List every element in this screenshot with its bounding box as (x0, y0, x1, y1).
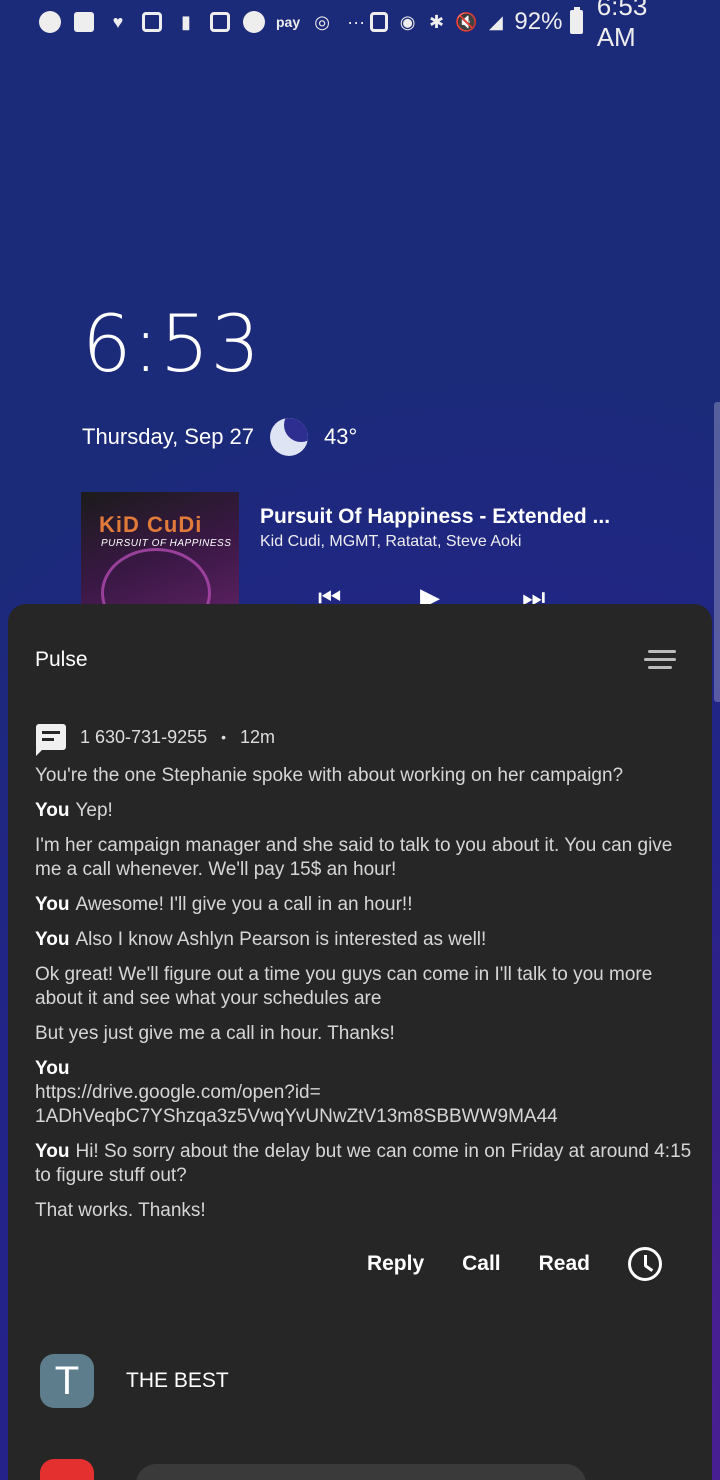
album-art-title: KiD CuDi (99, 512, 203, 537)
avatar (40, 1459, 94, 1480)
bluetooth-icon: ✱ (429, 11, 445, 32)
group-name: THE BEST (126, 1369, 229, 1392)
message-item: You Awesome! I'll give you a call in an h… (35, 893, 695, 917)
message-text: You're the one Stephanie spoke with abou… (35, 765, 624, 786)
message-item: That works. Thanks! (35, 1199, 695, 1223)
reply-button[interactable]: Reply (367, 1252, 424, 1276)
message-text: Hi! So sorry about the delay but we can … (35, 1141, 692, 1186)
status-icons-left: ♥ ▮ pay ◎ ··· (38, 10, 368, 34)
album-art[interactable]: KiD CuDi PURSUIT OF HAPPINESS (81, 492, 239, 610)
message-header: 1 630-731-9255 • 12m (36, 724, 276, 756)
time-ago: 12m (240, 726, 276, 747)
message-text: Yep! (75, 800, 113, 821)
message-item: You're the one Stephanie spoke with abou… (35, 764, 695, 788)
spotify-icon (38, 10, 62, 34)
bag-icon (208, 10, 232, 34)
message-text: But yes just give me a call in hour. Tha… (35, 1023, 395, 1044)
group-notification[interactable]: T THE BEST (40, 1354, 229, 1408)
message-text: I'm her campaign manager and she said to… (35, 835, 673, 880)
message-item: You Also I know Ashlyn Pearson is interes… (35, 928, 695, 952)
message-item: But yes just give me a call in hour. Tha… (35, 1022, 695, 1046)
message-item: You Hi! So sorry about the delay but we c… (35, 1140, 695, 1188)
message-item: You https://drive.google.com/open?id= 1AD… (35, 1057, 695, 1129)
you-label: You (35, 800, 70, 821)
album-art-subtitle: PURSUIT OF HAPPINESS (101, 538, 232, 549)
app-name: Pulse (35, 648, 88, 671)
message-text: https://drive.google.com/open?id= 1ADhVe… (35, 1082, 558, 1127)
battery-icon (570, 7, 583, 34)
battery-percent: 92% (514, 8, 563, 35)
moon-icon (270, 418, 309, 456)
notification-actions: Reply Call Read (367, 1247, 662, 1281)
status-bar: ♥ ▮ pay ◎ ··· ◉ ✱ 🔇 ◢ 92% 6:53 AM (0, 0, 720, 52)
snooze-clock-icon[interactable] (628, 1247, 662, 1281)
message-text: Awesome! I'll give you a call in an hour… (75, 894, 413, 915)
status-time: 6:53 AM (596, 0, 648, 52)
more-icon: ··· (347, 11, 366, 32)
nfc-icon: ◎ (314, 11, 330, 32)
message-icon (36, 724, 66, 756)
track-title: Pursuit Of Happiness - Extended ... (260, 505, 611, 528)
message-text: That works. Thanks! (35, 1200, 206, 1221)
separator: • (221, 729, 227, 745)
pocket-icon: ▮ (181, 11, 191, 32)
you-label: You (35, 929, 70, 950)
signal-icon: ◢ (489, 11, 503, 32)
sender-number: 1 630-731-9255 (80, 726, 208, 747)
you-label: You (35, 1141, 70, 1162)
location-icon: ◉ (399, 11, 416, 32)
message-icon (72, 10, 96, 34)
temperature: 43° (324, 424, 358, 449)
notification-panel: Pulse 1 630-731-9255 • 12m You're the on… (8, 604, 712, 1480)
bottom-handle[interactable] (136, 1464, 586, 1480)
you-label: You (35, 894, 70, 915)
read-button[interactable]: Read (539, 1252, 590, 1276)
avatar: T (40, 1354, 94, 1408)
telegram-icon (242, 10, 266, 34)
recycle-icon (368, 10, 389, 34)
samsung-pay-icon: pay (276, 14, 301, 30)
album-skull-graphic (101, 548, 211, 610)
status-icons-right: ◉ ✱ 🔇 ◢ 92% 6:53 AM (368, 0, 680, 53)
message-text: Also I know Ashlyn Pearson is interested… (75, 929, 487, 950)
track-artist: Kid Cudi, MGMT, Ratatat, Steve Aoki (260, 533, 522, 550)
you-label: You (35, 1058, 70, 1079)
message-item: You Yep! (35, 799, 695, 823)
message-item: I'm her campaign manager and she said to… (35, 834, 695, 882)
instagram-icon (140, 10, 164, 34)
sort-menu-icon[interactable] (644, 650, 676, 670)
lockscreen-date: Thursday, Sep 27 (82, 424, 255, 449)
lockscreen-clock: 6:53 (82, 300, 262, 390)
message-list[interactable]: You're the one Stephanie spoke with abou… (35, 764, 695, 1234)
snapchat-icon: ♥ (112, 11, 124, 32)
message-text: Ok great! We'll figure out a time you gu… (35, 964, 653, 1009)
mute-icon: 🔇 (455, 11, 478, 32)
date-weather-row: Thursday, Sep 27 43° (82, 418, 357, 456)
call-button[interactable]: Call (462, 1252, 501, 1276)
message-item: Ok great! We'll figure out a time you gu… (35, 963, 695, 1011)
edge-panel-handle[interactable] (714, 402, 720, 702)
